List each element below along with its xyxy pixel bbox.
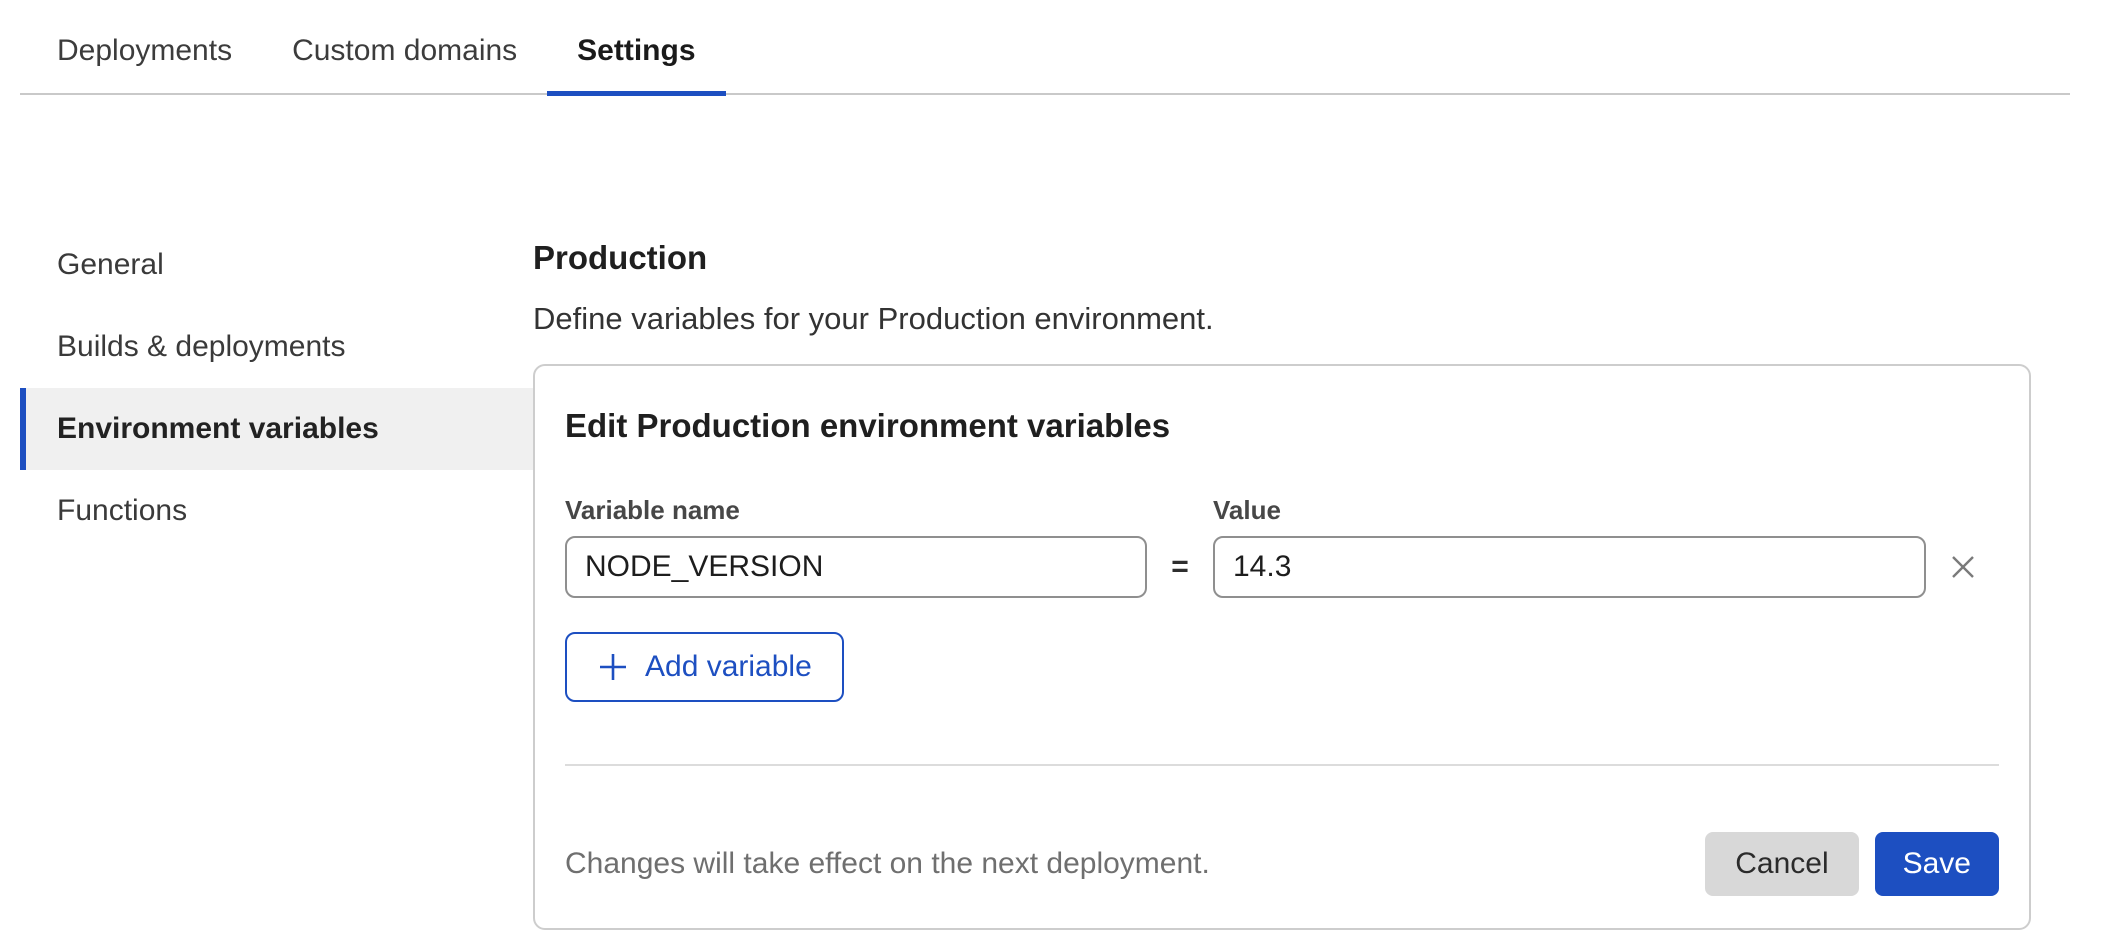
footer-note: Changes will take effect on the next dep…	[565, 847, 1210, 881]
sidebar-item-environment-variables[interactable]: Environment variables	[20, 388, 533, 470]
add-variable-button[interactable]: Add variable	[565, 632, 844, 702]
tab-bar: Deployments Custom domains Settings	[20, 0, 2070, 95]
value-label: Value	[1213, 494, 1926, 526]
variable-name-input[interactable]	[565, 536, 1147, 598]
save-button[interactable]: Save	[1875, 832, 1999, 896]
plus-icon	[597, 651, 629, 683]
env-variables-card: Edit Production environment variables Va…	[533, 364, 2031, 930]
remove-icon	[1948, 552, 1978, 582]
page-description: Define variables for your Production env…	[533, 300, 2031, 338]
add-variable-label: Add variable	[645, 650, 812, 684]
card-footer: Changes will take effect on the next dep…	[565, 832, 1999, 896]
sidebar-item-general[interactable]: General	[20, 224, 533, 306]
cancel-button[interactable]: Cancel	[1705, 832, 1858, 896]
settings-content: General Builds & deployments Environment…	[0, 95, 2121, 930]
card-title: Edit Production environment variables	[565, 406, 1999, 446]
remove-variable-button[interactable]	[1926, 536, 1999, 598]
tab-custom-domains[interactable]: Custom domains	[262, 0, 547, 93]
sidebar-item-builds-deployments[interactable]: Builds & deployments	[20, 306, 533, 388]
variable-value-input[interactable]	[1213, 536, 1926, 598]
variable-name-label: Variable name	[565, 494, 1147, 526]
tab-deployments[interactable]: Deployments	[27, 0, 262, 93]
page-title: Production	[533, 238, 2031, 278]
card-divider	[565, 764, 1999, 766]
settings-sidebar: General Builds & deployments Environment…	[20, 224, 533, 930]
equals-sign: =	[1147, 550, 1213, 584]
variable-editor-grid: Variable name Value =	[565, 494, 1999, 598]
tab-settings[interactable]: Settings	[547, 0, 725, 93]
main-panel: Production Define variables for your Pro…	[533, 224, 2031, 930]
sidebar-item-functions[interactable]: Functions	[20, 470, 533, 552]
footer-actions: Cancel Save	[1705, 832, 1999, 896]
